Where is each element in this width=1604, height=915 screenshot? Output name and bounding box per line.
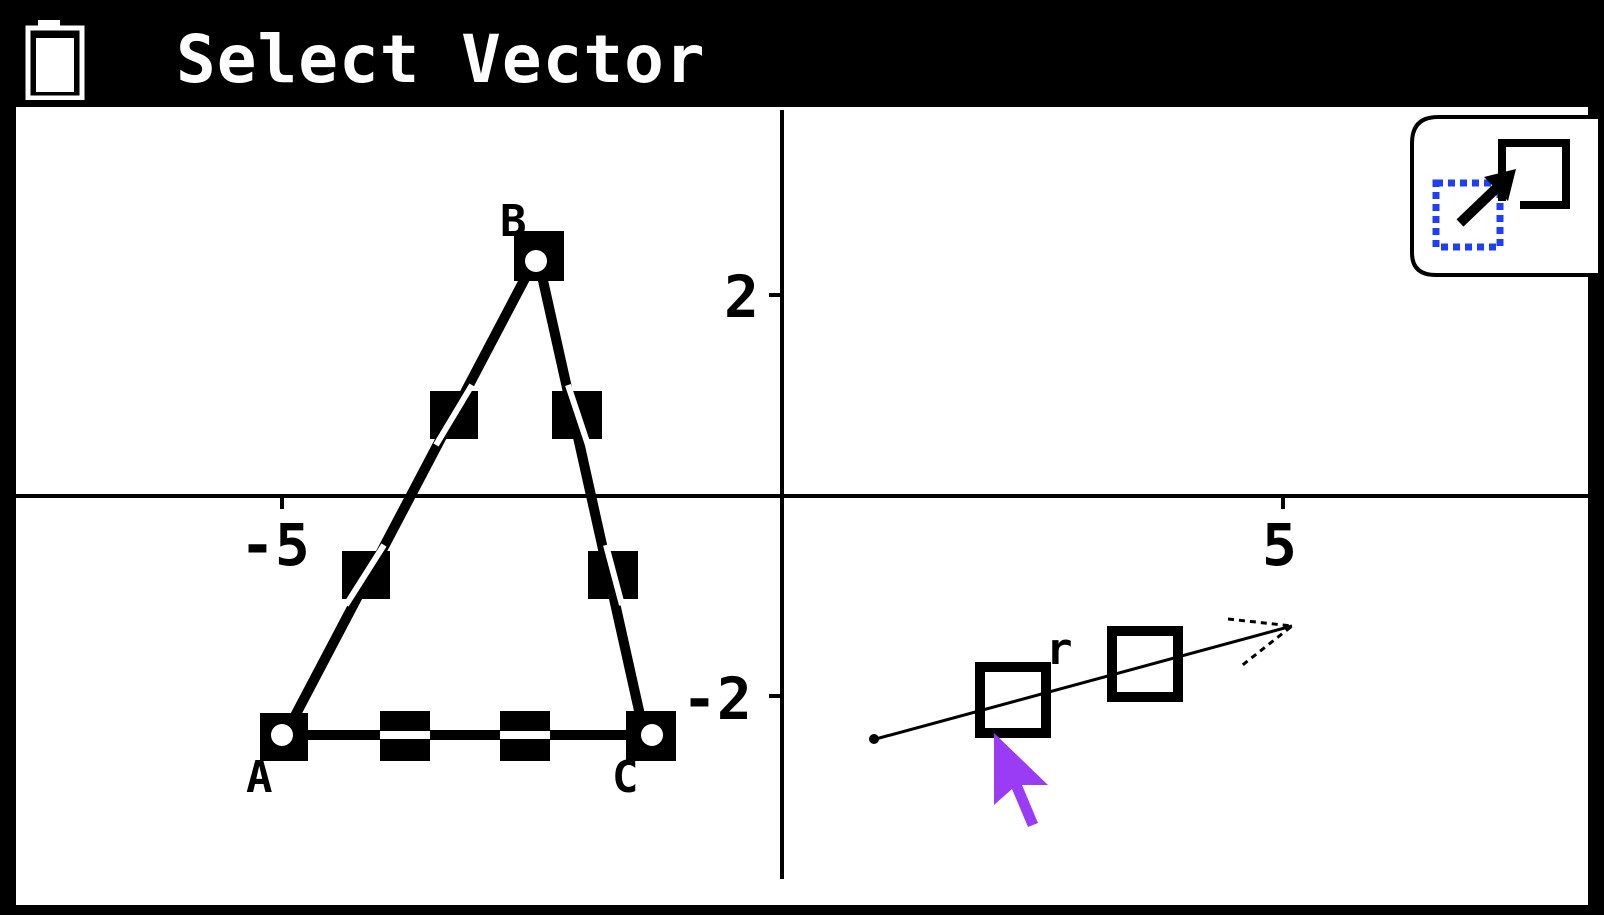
x-tick-label-minus5: -5 [240, 511, 310, 579]
point-label-c: C [612, 752, 639, 803]
vector-r-handle-left [975, 662, 1051, 738]
segment-ab [281, 264, 536, 736]
segment-ab-handle-lower [342, 543, 390, 607]
vector-r-arrowhead [1227, 617, 1296, 669]
segment-bc [535, 265, 649, 735]
graph-canvas[interactable]: -5 5 2 -2 A B C r [16, 107, 1598, 905]
view-window-icon [1410, 115, 1598, 277]
segment-bc-handle-upper [552, 384, 602, 446]
title-bar: Select Vector [16, 14, 1588, 107]
point-label-b: B [500, 196, 527, 247]
vector-r-line [871, 624, 1293, 742]
battery-icon [25, 20, 85, 100]
page-title: Select Vector [176, 21, 706, 98]
pointer-cursor-icon [994, 733, 1048, 827]
y-tick-label-2: 2 [724, 263, 759, 331]
vector-label-r: r [1046, 624, 1073, 675]
calculator-screen: Select Vector -5 5 2 -2 A B C r [0, 0, 1604, 915]
view-window-button[interactable] [1408, 113, 1598, 277]
vector-r-tail [869, 734, 879, 744]
segment-ac-handle-right [500, 711, 550, 761]
segment-ac-handle-left [380, 711, 430, 761]
y-tick-label-minus2: -2 [682, 665, 752, 733]
point-label-a: A [246, 752, 273, 803]
vector-r-handle-right [1107, 626, 1183, 702]
segment-ab-handle-upper [430, 383, 478, 447]
segment-bc-handle-lower [588, 544, 638, 606]
x-tick-label-5: 5 [1262, 511, 1297, 579]
